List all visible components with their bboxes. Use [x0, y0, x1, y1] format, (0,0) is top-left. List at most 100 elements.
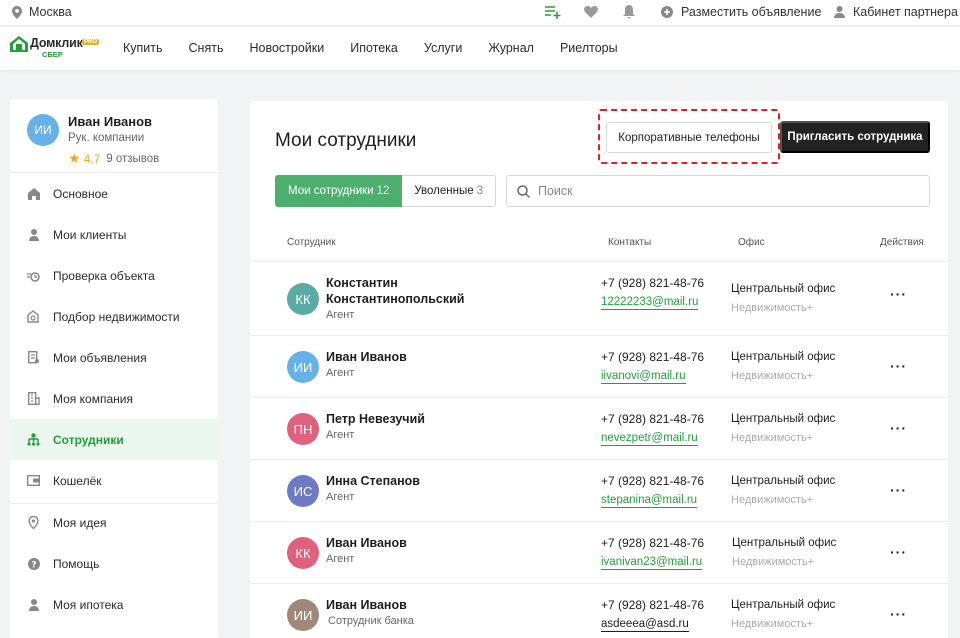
sidebar-item-my-ads[interactable]: Мои объявления [10, 337, 218, 378]
sidebar-item-my-idea[interactable]: Моя идея [10, 502, 218, 543]
page-title: Мои сотрудники [275, 130, 417, 151]
employee-tabs: Мои сотрудники 12 Уволенные 3 [275, 175, 497, 207]
sidebar-item-label: Помощь [53, 556, 100, 571]
employee-email[interactable]: nevezpetr@mail.ru [601, 431, 698, 446]
city-selector[interactable]: Москва [12, 5, 72, 19]
tab-my-employees[interactable]: Мои сотрудники 12 [275, 175, 403, 207]
employee-email[interactable]: 12222233@mail.ru [601, 295, 699, 310]
employee-email[interactable]: iivanovi@mail.ru [601, 369, 686, 384]
city-label: Москва [29, 5, 72, 19]
office-subtitle: Недвижимость+ [732, 556, 815, 568]
employee-phone: +7 (928) 821-48-76 [601, 536, 705, 550]
avatar: ИИ [27, 114, 59, 146]
employee-name[interactable]: Иван Иванов [326, 597, 407, 613]
sidebar-item-employees[interactable]: Сотрудники [10, 419, 218, 460]
employee-avatar: ИС [287, 475, 319, 507]
employee-email[interactable]: stepanina@mail.ru [601, 493, 698, 508]
sidebar-item-label: Мои объявления [53, 350, 147, 365]
heart-icon[interactable] [584, 6, 598, 18]
more-actions-icon[interactable]: ··· [890, 606, 907, 622]
company-icon [27, 392, 40, 405]
nav-realtors[interactable]: Риелторы [560, 41, 618, 55]
column-header-contacts: Контакты [608, 237, 652, 248]
post-ad-button[interactable]: Разместить объявление [661, 5, 821, 19]
house-logo-icon [10, 36, 28, 52]
sidebar-item-label: Моя компания [53, 391, 133, 406]
highlight-frame [598, 109, 780, 164]
profile-card: ИИ Иван Иванов Рук. компании ★ 4,7 9 отз… [10, 99, 218, 173]
office-subtitle: Недвижимость+ [731, 494, 814, 506]
employee-role: Агент [326, 429, 355, 441]
more-actions-icon[interactable]: ··· [890, 286, 907, 302]
nav-journal[interactable]: Журнал [488, 41, 534, 55]
location-pin-icon [12, 5, 22, 19]
more-actions-icon[interactable]: ··· [890, 482, 907, 498]
employee-name[interactable]: Иван Иванов [326, 535, 407, 551]
office-name: Центральный офис [731, 283, 836, 295]
logo-sber: СБЕР [42, 50, 63, 59]
tab-dismissed[interactable]: Уволенные 3 [402, 175, 497, 207]
employee-name[interactable]: Инна Степанов [326, 473, 420, 489]
more-actions-icon[interactable]: ··· [890, 544, 907, 560]
column-header-office: Офис [738, 237, 765, 248]
sidebar-item-clients[interactable]: Мои клиенты [10, 214, 218, 255]
table-row[interactable]: ПН Петр Невезучий Агент +7 (928) 821-48-… [250, 397, 948, 459]
plus-circle-icon [661, 6, 673, 18]
nav-new-buildings[interactable]: Новостройки [249, 41, 324, 55]
table-row[interactable]: ИС Инна Степанов Агент +7 (928) 821-48-7… [250, 459, 948, 521]
add-list-icon[interactable] [545, 5, 561, 19]
more-actions-icon[interactable]: ··· [890, 420, 907, 436]
table-row[interactable]: ИИ Иван Иванов Сотрудник банка +7 (928) … [250, 583, 948, 638]
tab-count: 12 [376, 185, 390, 197]
star-icon: ★ [68, 150, 81, 166]
nav-rent[interactable]: Снять [189, 41, 224, 55]
office-name: Центральный офис [731, 413, 836, 425]
employee-avatar: КК [287, 537, 319, 569]
employee-phone: +7 (928) 821-48-76 [601, 474, 705, 488]
nav-buy[interactable]: Купить [123, 41, 163, 55]
employee-role: Агент [326, 491, 355, 503]
sidebar-item-property-search[interactable]: Подбор недвижимости [10, 296, 218, 337]
sidebar-item-check-object[interactable]: Проверка объекта [10, 255, 218, 296]
search-input[interactable] [538, 184, 918, 198]
domclick-logo[interactable]: Домклик PRO СБЕР [10, 36, 100, 62]
logo-name: Домклик [30, 36, 83, 50]
check-object-icon [27, 269, 40, 282]
top-bar: Москва Разместить объявление Кабинет пар… [0, 0, 960, 26]
reviews-link[interactable]: 9 отзывов [106, 153, 159, 165]
bell-icon[interactable] [623, 5, 635, 19]
partner-cabinet-button[interactable]: Кабинет партнера [834, 5, 958, 19]
table-row[interactable]: ИИ Иван Иванов Агент +7 (928) 821-48-76 … [250, 335, 948, 397]
person-icon [27, 598, 40, 611]
tab-label: Мои сотрудники [288, 185, 374, 197]
employee-name[interactable]: Петр Невезучий [326, 411, 425, 427]
sidebar-item-main[interactable]: Основное [10, 173, 218, 214]
svg-text:?: ? [31, 560, 36, 570]
employee-avatar: ИИ [287, 599, 319, 631]
office-subtitle: Недвижимость+ [731, 432, 814, 444]
sidebar-item-my-mortgage[interactable]: Моя ипотека [10, 584, 218, 625]
sidebar-item-help[interactable]: ? Помощь [10, 543, 218, 584]
employee-email[interactable]: asdeeea@asd.ru [601, 617, 689, 632]
nav-services[interactable]: Услуги [424, 41, 462, 55]
sidebar-item-label: Мои клиенты [53, 227, 127, 242]
employee-name[interactable]: Константин Константинопольский [326, 275, 476, 307]
sidebar-item-my-company[interactable]: Моя компания [10, 378, 218, 419]
more-actions-icon[interactable]: ··· [890, 358, 907, 374]
employee-email[interactable]: ivanivan23@mail.ru [601, 555, 703, 570]
table-row[interactable]: КК Иван Иванов Агент +7 (928) 821-48-76 … [250, 521, 948, 583]
sidebar-item-wallet[interactable]: Кошелёк [10, 460, 218, 501]
employee-role: Сотрудник банка [328, 615, 414, 627]
employee-name[interactable]: Иван Иванов [326, 349, 407, 365]
employee-role: Агент [326, 367, 355, 379]
employee-avatar: ПН [287, 413, 319, 445]
ads-icon [27, 351, 40, 364]
invite-employee-button[interactable]: Пригласить сотрудника [780, 121, 930, 153]
employees-panel: Мои сотрудники Корпоративные телефоны Пр… [250, 101, 948, 638]
nav-mortgage[interactable]: Ипотека [350, 41, 398, 55]
nav-links: Купить Снять Новостройки Ипотека Услуги … [110, 41, 631, 55]
employee-phone: +7 (928) 821-48-76 [601, 350, 705, 364]
logo-pro-badge: PRO [82, 39, 100, 45]
table-row[interactable]: КК Константин Константинопольский Агент … [250, 261, 948, 335]
sidebar-item-label: Моя ипотека [53, 597, 124, 612]
